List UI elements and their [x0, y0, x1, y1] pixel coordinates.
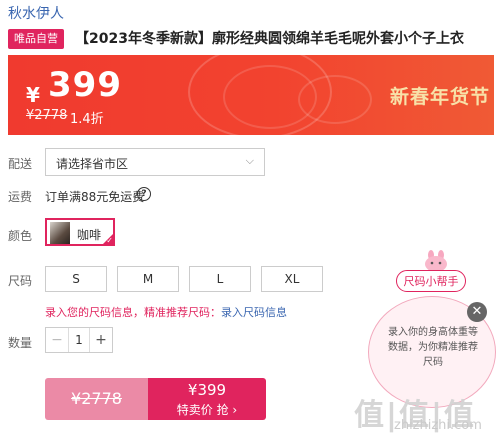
- region-select[interactable]: 请选择省市区 ⌵: [45, 148, 265, 176]
- original-price-button[interactable]: ¥2778: [45, 378, 148, 420]
- size-entry-text: 录入您的尺码信息，精准推荐尺码：: [45, 306, 221, 319]
- color-label: 颜色: [8, 229, 33, 243]
- shipping-info: 订单满88元免运费: [45, 190, 145, 204]
- size-option-l[interactable]: L: [189, 266, 251, 292]
- watermark-url: zhizhizhi.com: [394, 418, 482, 433]
- color-option-coffee[interactable]: 咖啡 ✓: [45, 218, 115, 246]
- bunny-mascot-icon: [425, 250, 447, 272]
- quantity-value[interactable]: 1: [68, 328, 90, 352]
- price-banner: ¥ 399 ¥2778 1.4折 新春年货节: [8, 55, 494, 135]
- promo-title: 新春年货节: [390, 86, 491, 108]
- store-name[interactable]: 秋水伊人: [8, 3, 64, 23]
- size-label: 尺码: [8, 274, 33, 288]
- close-icon[interactable]: ✕: [467, 302, 487, 322]
- currency-symbol: ¥: [26, 83, 40, 107]
- product-title: 【2023年冬季新款】廓形经典圆领绵羊毛毛呢外套小个子上衣: [75, 31, 464, 47]
- cloud-decoration: [298, 75, 372, 124]
- question-icon[interactable]: ?: [137, 187, 151, 201]
- color-option-label: 咖啡: [77, 228, 102, 242]
- self-operated-badge: 唯品自营: [8, 29, 64, 49]
- original-price: ¥2778: [26, 108, 68, 123]
- size-option-m[interactable]: M: [117, 266, 179, 292]
- size-helper-text: 录入你的身高体重等数据，为你精准推荐尺码: [388, 327, 478, 368]
- size-option-s[interactable]: S: [45, 266, 107, 292]
- size-option-xl[interactable]: XL: [261, 266, 323, 292]
- size-entry-link[interactable]: 录入尺码信息: [221, 306, 287, 319]
- discount-rate: 1.4折: [70, 112, 104, 127]
- buy-price: ¥399: [187, 381, 227, 399]
- quantity-plus-button[interactable]: +: [89, 328, 112, 352]
- quantity-stepper: − 1 +: [45, 327, 113, 353]
- delivery-label: 配送: [8, 157, 33, 171]
- color-thumbnail: [50, 222, 70, 244]
- quantity-minus-button[interactable]: −: [46, 328, 69, 352]
- check-icon: ✓: [106, 236, 113, 245]
- quantity-label: 数量: [8, 336, 33, 350]
- chevron-down-icon: ⌵: [245, 154, 254, 167]
- size-helper-tag[interactable]: 尺码小帮手: [396, 270, 466, 292]
- region-select-value: 请选择省市区: [56, 157, 129, 171]
- buy-now-button[interactable]: ¥399 特卖价 抢 ›: [148, 378, 266, 420]
- shipping-label: 运费: [8, 190, 33, 204]
- buy-action-label: 特卖价 抢 ›: [176, 403, 238, 417]
- sale-price: 399: [48, 65, 122, 105]
- size-entry-prompt: 录入您的尺码信息，精准推荐尺码：录入尺码信息: [45, 304, 287, 320]
